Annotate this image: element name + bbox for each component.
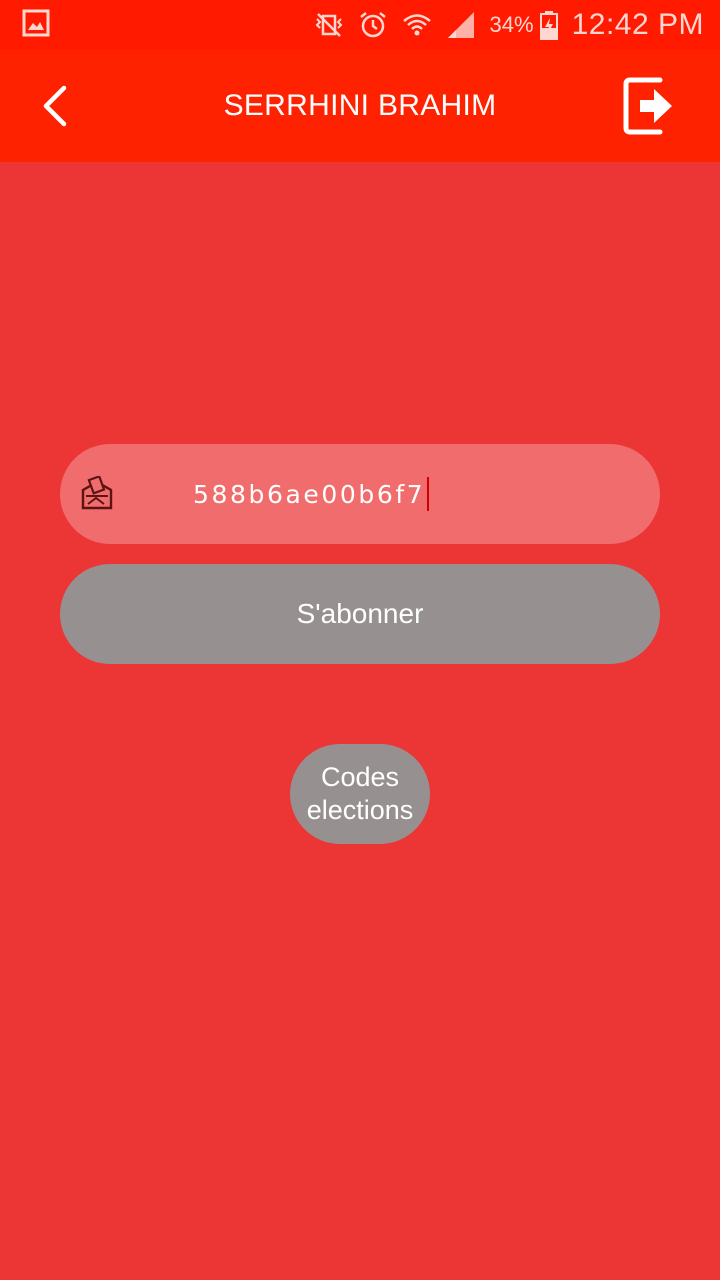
signal-icon (447, 12, 474, 38)
code-input[interactable]: 588b6ae00b6f7 (60, 444, 660, 544)
codes-button-line1: Codes (320, 762, 400, 792)
app-bar: SERRHINI BRAHIM (0, 50, 720, 162)
code-input-value[interactable]: 588b6ae00b6f7 (193, 444, 430, 544)
logout-icon[interactable] (620, 74, 680, 138)
wifi-icon (402, 14, 431, 36)
status-icons: 34% 12:42 PM (314, 0, 704, 50)
page-title: SERRHINI BRAHIM (223, 89, 497, 122)
subscribe-button-label: S'abonner (296, 598, 424, 629)
battery-percent: 34% (489, 12, 534, 37)
code-input-text: 588b6ae00b6f7 (193, 479, 426, 509)
alarm-icon (359, 12, 386, 38)
clock-time: 12:42 PM (571, 8, 704, 41)
codes-button-line2: elections (306, 795, 414, 825)
vibrate-mute-icon (315, 13, 342, 37)
battery-charging-icon (539, 11, 558, 40)
text-caret (427, 477, 430, 511)
status-bar: 34% 12:42 PM (0, 0, 720, 50)
subscribe-button[interactable]: S'abonner (60, 564, 660, 664)
image-notification-icon (22, 9, 50, 37)
codes-elections-button[interactable]: Codes elections (290, 744, 430, 844)
ballot-box-icon (81, 476, 113, 510)
